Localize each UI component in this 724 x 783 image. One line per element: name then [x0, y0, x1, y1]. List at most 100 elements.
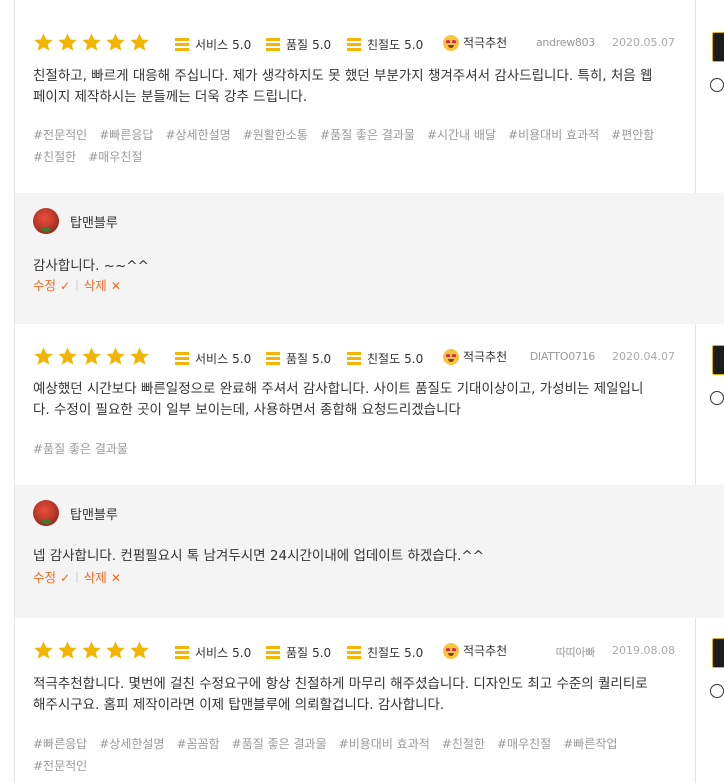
heart-eyes-icon — [443, 642, 459, 659]
star-icon — [82, 641, 101, 659]
w-circle-icon — [710, 391, 724, 405]
metric-label: 서비스 — [195, 38, 229, 52]
tag: #친절한 — [33, 150, 77, 164]
review-tags: #빠른응답 #상세한설명 #꼼꼼함 #품질 좋은 결과물 #비용대비 효과적 #친절한 #매… — [33, 733, 673, 777]
score-bars-icon — [347, 38, 361, 51]
seller-reply: 탑맨블루 감사합니다. ~~^^ 수정 ✓ | 삭제 ✕ — [15, 193, 724, 324]
reply-author: 탑맨블루 — [70, 508, 118, 523]
star-icon — [130, 347, 149, 365]
score-bars-icon — [175, 38, 189, 51]
tag: #비용대비 효과적 — [508, 128, 600, 142]
metric-label: 품질 — [286, 646, 309, 660]
star-icon — [130, 641, 149, 659]
tag: #친절한 — [441, 737, 485, 751]
recommend-badge: 적극추천 — [443, 642, 507, 659]
recommend-badge: 적극추천 — [443, 348, 507, 365]
metric-score: 5.0 — [312, 37, 332, 52]
star-icon — [106, 33, 125, 51]
avatar — [33, 208, 59, 234]
score-bars-icon — [266, 646, 280, 659]
edit-button[interactable]: 수정 ✓ — [33, 275, 70, 294]
score-bars-icon — [175, 352, 189, 365]
score-bars-icon — [266, 38, 280, 51]
service-score: 서비스 5.0 — [175, 36, 251, 53]
right-divider — [695, 0, 696, 783]
heart-eyes-icon — [443, 34, 459, 51]
review-card: 서비스 5.0 품질 5.0 친절도 5.0 적극추천 andrew803 20… — [15, 10, 695, 193]
avatar — [33, 500, 59, 526]
service-score: 서비스 5.0 — [175, 644, 251, 661]
kindness-score: 친절도 5.0 — [347, 644, 423, 661]
badge-icon — [712, 638, 724, 668]
review-text: 적극추천합니다. 몇번에 걸친 수정요구에 항상 친절하게 마무리 해주셨습니다… — [33, 676, 648, 713]
score-bars-icon — [175, 646, 189, 659]
reviewer-name: 따띠아빠 — [555, 646, 596, 659]
metric-label: 품질 — [286, 38, 309, 52]
metric-score: 5.0 — [404, 351, 424, 366]
star-icon — [34, 33, 53, 51]
star-icon — [58, 347, 77, 365]
divider: | — [75, 278, 79, 291]
badge-icon — [712, 32, 724, 62]
check-icon: ✓ — [60, 279, 71, 293]
reply-author: 탑맨블루 — [70, 216, 118, 231]
quality-score: 품질 5.0 — [266, 644, 331, 661]
star-rating — [33, 640, 150, 661]
star-icon — [34, 641, 53, 659]
reply-actions: 수정 ✓ | 삭제 ✕ — [33, 275, 121, 294]
reviewer-name: DIATTO0716 — [529, 350, 596, 363]
metric-score: 5.0 — [232, 37, 252, 52]
star-icon — [58, 33, 77, 51]
edit-button[interactable]: 수정 ✓ — [33, 567, 70, 586]
badge-icon — [712, 345, 724, 375]
quality-score: 품질 5.0 — [266, 36, 331, 53]
tag: #상세한설명 — [99, 737, 165, 751]
tag: #품질 좋은 결과물 — [33, 442, 128, 456]
review-date: 2020.05.07 — [612, 36, 675, 49]
star-rating — [33, 32, 150, 53]
reviewer-name: andrew803 — [535, 36, 595, 49]
x-icon: ✕ — [110, 279, 121, 293]
score-bars-icon — [347, 352, 361, 365]
review-tags: #품질 좋은 결과물 — [33, 438, 673, 460]
tag: #꼼꼼함 — [176, 737, 220, 751]
metric-label: 품질 — [286, 352, 309, 366]
tag: #빠른작업 — [563, 737, 618, 751]
divider: | — [75, 570, 79, 583]
reply-text: 넵 감사합니다. 컨펌필요시 톡 남겨두시면 24시간이내에 업데이트 하겠습다… — [33, 548, 485, 564]
star-icon — [58, 641, 77, 659]
star-icon — [82, 33, 101, 51]
tag: #전문적인 — [33, 128, 88, 142]
delete-button[interactable]: 삭제 ✕ — [84, 567, 121, 586]
score-bars-icon — [266, 352, 280, 365]
metric-score: 5.0 — [312, 351, 332, 366]
tag: #편안함 — [611, 128, 655, 142]
tag: #빠른응답 — [33, 737, 88, 751]
star-icon — [82, 347, 101, 365]
review-tags: #전문적인 #빠른응답 #상세한설명 #원활한소통 #품질 좋은 결과물 #시간내 배달 #… — [33, 124, 673, 168]
metric-label: 친절도 — [367, 646, 401, 660]
recommend-badge: 적극추천 — [443, 34, 507, 51]
x-icon: ✕ — [110, 571, 121, 585]
tag: #비용대비 효과적 — [338, 737, 430, 751]
metric-label: 친절도 — [367, 352, 401, 366]
tag: #빠른응답 — [99, 128, 154, 142]
service-score: 서비스 5.0 — [175, 350, 251, 367]
metric-score: 5.0 — [404, 37, 424, 52]
tag: #시간내 배달 — [426, 128, 497, 142]
star-rating — [33, 346, 150, 367]
check-icon: ✓ — [60, 571, 71, 585]
metric-label: 서비스 — [195, 352, 229, 366]
kindness-score: 친절도 5.0 — [347, 350, 423, 367]
review-date: 2019.08.08 — [612, 644, 675, 657]
review-text: 예상했던 시간보다 빠른일정으로 완료해 주셔서 감사합니다. 사이트 품질도 … — [33, 381, 644, 418]
w-circle-icon — [710, 684, 724, 698]
heart-eyes-icon — [443, 348, 459, 365]
tag: #원활한소통 — [242, 128, 308, 142]
tag: #품질 좋은 결과물 — [231, 737, 327, 751]
quality-score: 품질 5.0 — [266, 350, 331, 367]
review-date: 2020.04.07 — [612, 350, 675, 363]
review-card: 서비스 5.0 품질 5.0 친절도 5.0 적극추천 DIATTO0716 2… — [15, 324, 695, 485]
metric-label: 서비스 — [195, 646, 229, 660]
delete-button[interactable]: 삭제 ✕ — [84, 275, 121, 294]
